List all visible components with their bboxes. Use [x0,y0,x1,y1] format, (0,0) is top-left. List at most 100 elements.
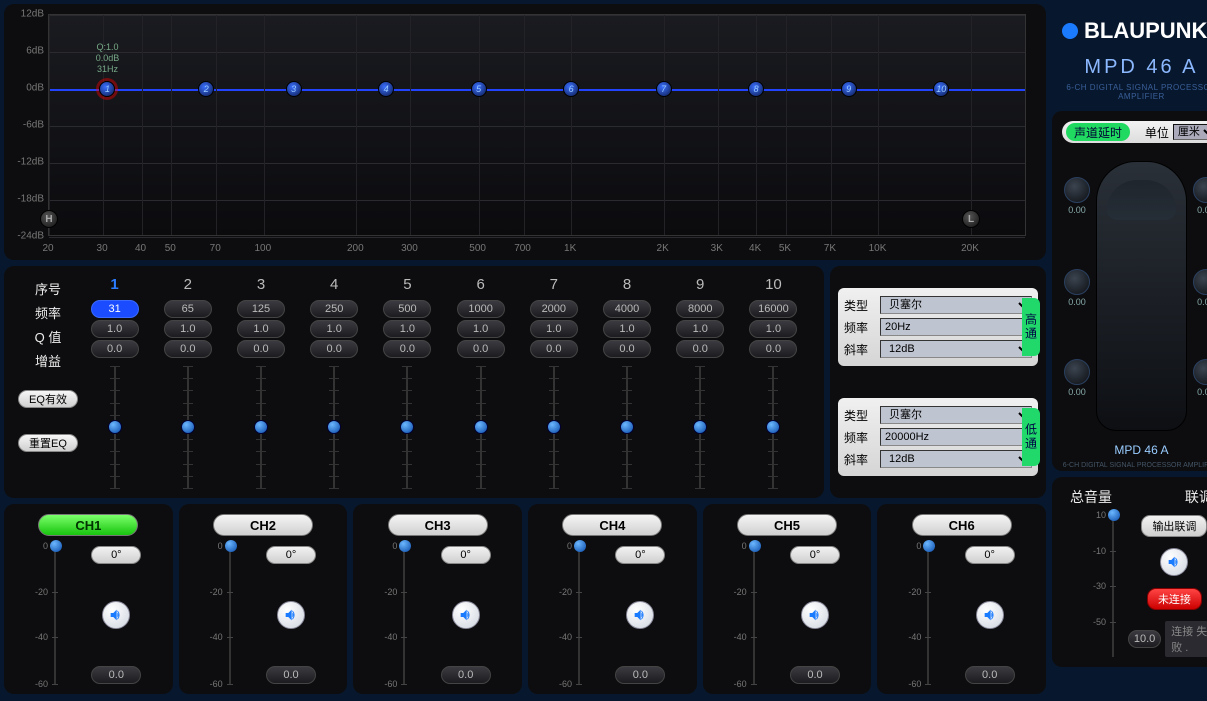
channel-gain-value[interactable]: 0.0 [91,666,141,684]
mute-button[interactable] [452,601,480,629]
eq-freq-value[interactable]: 1000 [457,300,505,318]
lowpass-marker-icon[interactable]: L [962,210,980,228]
phase-button[interactable]: 0° [615,546,665,564]
eq-band-node-7[interactable]: 7 [656,81,672,97]
channel-select-button[interactable]: CH3 [388,514,488,536]
speaker-bl[interactable]: 0.00 [1064,359,1090,397]
eq-gain-value[interactable]: 0.0 [91,340,139,358]
channel-fader[interactable]: 0-20-40-60 [713,546,763,684]
eq-band-node-5[interactable]: 5 [471,81,487,97]
eq-band-node-10[interactable]: 10 [933,81,949,97]
speaker-tl[interactable]: 0.00 [1064,177,1090,215]
delay-title[interactable]: 声道延时 [1066,123,1130,141]
eq-freq-value[interactable]: 250 [310,300,358,318]
eq-band-node-8[interactable]: 8 [748,81,764,97]
mute-button[interactable] [626,601,654,629]
eq-freq-value[interactable]: 8000 [676,300,724,318]
channel-select-button[interactable]: CH2 [213,514,313,536]
delay-unit-select[interactable]: 厘米 [1173,124,1207,140]
lp-type-select[interactable]: 贝塞尔 [880,406,1032,424]
eq-index[interactable]: 1 [110,276,118,298]
speaker-br[interactable]: 0.00 [1193,359,1207,397]
lp-slope-select[interactable]: 12dB [880,450,1032,468]
eq-band-node-1[interactable]: 1 [99,81,115,97]
channel-fader[interactable]: 0-20-40-60 [189,546,239,684]
eq-gain-value[interactable]: 0.0 [749,340,797,358]
eq-band-node-6[interactable]: 6 [563,81,579,97]
eq-gain-slider[interactable] [103,366,127,488]
eq-q-value[interactable]: 1.0 [603,320,651,338]
mute-button[interactable] [102,601,130,629]
eq-enable-button[interactable]: EQ有效 [18,390,78,408]
hp-slope-select[interactable]: 12dB [880,340,1032,358]
eq-q-value[interactable]: 1.0 [237,320,285,338]
channel-gain-value[interactable]: 0.0 [965,666,1015,684]
eq-gain-value[interactable]: 0.0 [383,340,431,358]
channel-fader[interactable]: 0-20-40-60 [363,546,413,684]
eq-index[interactable]: 10 [765,276,782,298]
channel-gain-value[interactable]: 0.0 [266,666,316,684]
speaker-mr[interactable]: 0.00 [1193,269,1207,307]
eq-band-node-4[interactable]: 4 [378,81,394,97]
eq-freq-value[interactable]: 31 [91,300,139,318]
channel-select-button[interactable]: CH1 [38,514,138,536]
eq-index[interactable]: 5 [403,276,411,298]
channel-fader[interactable]: 0-20-40-60 [887,546,937,684]
master-mute-button[interactable] [1160,548,1188,576]
lp-freq-input[interactable] [880,428,1032,446]
eq-q-value[interactable]: 1.0 [310,320,358,338]
eq-gain-slider[interactable] [322,366,346,488]
eq-gain-value[interactable]: 0.0 [164,340,212,358]
eq-gain-value[interactable]: 0.0 [457,340,505,358]
speaker-tr[interactable]: 0.00 [1193,177,1207,215]
eq-index[interactable]: 4 [330,276,338,298]
eq-gain-slider[interactable] [542,366,566,488]
eq-index[interactable]: 9 [696,276,704,298]
channel-select-button[interactable]: CH4 [562,514,662,536]
eq-graph[interactable]: 1Q:1.00.0dB31Hz2345678910HL [48,14,1026,236]
channel-fader[interactable]: 0-20-40-60 [14,546,64,684]
eq-index[interactable]: 3 [257,276,265,298]
mute-button[interactable] [976,601,1004,629]
eq-q-value[interactable]: 1.0 [530,320,578,338]
eq-q-value[interactable]: 1.0 [676,320,724,338]
eq-freq-value[interactable]: 125 [237,300,285,318]
eq-gain-slider[interactable] [249,366,273,488]
eq-index[interactable]: 6 [476,276,484,298]
eq-gain-slider[interactable] [761,366,785,488]
eq-freq-value[interactable]: 4000 [603,300,651,318]
mute-button[interactable] [277,601,305,629]
lp-tab[interactable]: 低通 [1022,408,1040,466]
master-value[interactable]: 10.0 [1128,630,1161,648]
eq-q-value[interactable]: 1.0 [383,320,431,338]
master-fader[interactable]: 10-10-30-50 [1062,515,1122,657]
eq-gain-value[interactable]: 0.0 [603,340,651,358]
phase-button[interactable]: 0° [266,546,316,564]
channel-fader[interactable]: 0-20-40-60 [538,546,588,684]
eq-gain-slider[interactable] [615,366,639,488]
channel-gain-value[interactable]: 0.0 [615,666,665,684]
channel-gain-value[interactable]: 0.0 [441,666,491,684]
phase-button[interactable]: 0° [441,546,491,564]
eq-reset-button[interactable]: 重置EQ [18,434,78,452]
speaker-ml[interactable]: 0.00 [1064,269,1090,307]
eq-freq-value[interactable]: 65 [164,300,212,318]
eq-gain-slider[interactable] [688,366,712,488]
eq-q-value[interactable]: 1.0 [164,320,212,338]
eq-gain-slider[interactable] [395,366,419,488]
eq-q-value[interactable]: 1.0 [91,320,139,338]
eq-index[interactable]: 7 [550,276,558,298]
hp-freq-input[interactable] [880,318,1032,336]
phase-button[interactable]: 0° [790,546,840,564]
phase-button[interactable]: 0° [91,546,141,564]
eq-band-node-2[interactable]: 2 [198,81,214,97]
hp-tab[interactable]: 高通 [1022,298,1040,356]
eq-index[interactable]: 2 [184,276,192,298]
eq-freq-value[interactable]: 500 [383,300,431,318]
channel-gain-value[interactable]: 0.0 [790,666,840,684]
eq-index[interactable]: 8 [623,276,631,298]
eq-freq-value[interactable]: 2000 [530,300,578,318]
mute-button[interactable] [801,601,829,629]
phase-button[interactable]: 0° [965,546,1015,564]
eq-q-value[interactable]: 1.0 [457,320,505,338]
